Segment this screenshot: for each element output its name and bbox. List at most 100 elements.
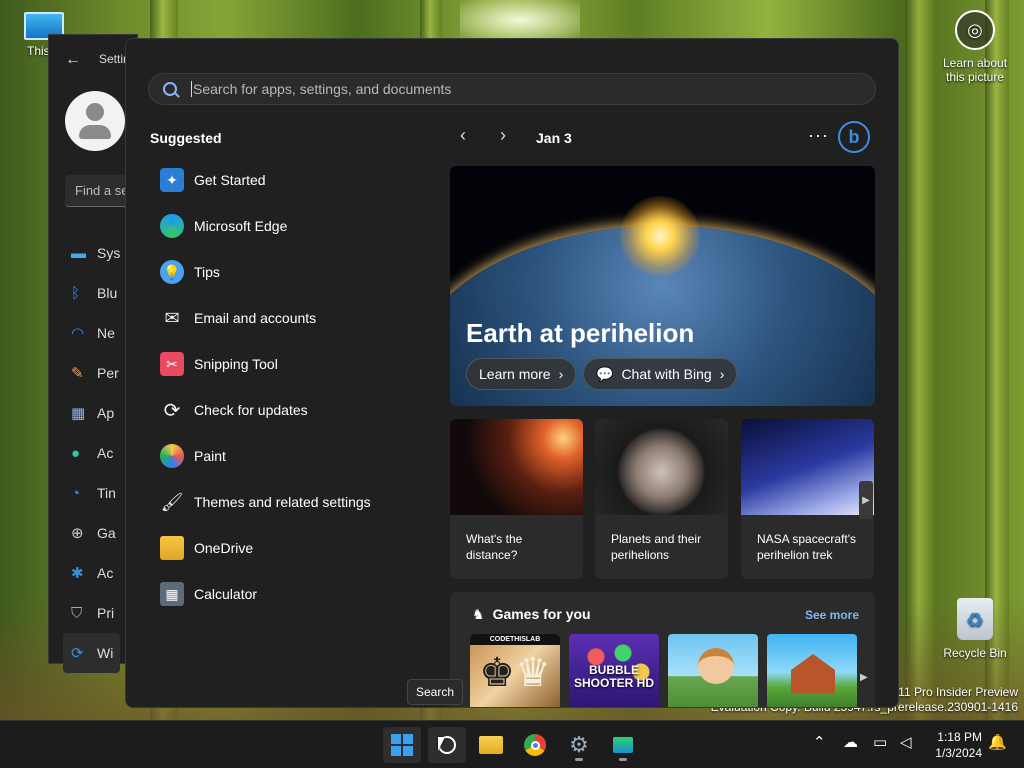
hero-card[interactable]: Earth at perihelion Learn more › 💬 Chat wi…: [450, 166, 875, 406]
settings-nav-item[interactable]: ✎ Per: [71, 353, 120, 393]
folder-icon: [479, 736, 503, 754]
gear-icon: ⚙: [569, 732, 589, 757]
suggested-item-themes[interactable]: 🖌 Themes and related settings: [150, 479, 430, 525]
learn-more-button[interactable]: Learn more ›: [466, 358, 577, 390]
start-button[interactable]: [383, 727, 421, 763]
taskbar-settings[interactable]: ⚙: [560, 727, 598, 763]
suggested-item-get-started[interactable]: ✦ Get Started: [150, 157, 430, 203]
network-icon[interactable]: ▭: [873, 733, 887, 751]
terminal-icon: [613, 737, 633, 753]
chat-with-bing-button[interactable]: 💬 Chat with Bing ›: [583, 358, 738, 390]
highlight-cards: What's the distance? Planets and their p…: [450, 419, 875, 579]
chevron-right-icon[interactable]: ›: [500, 125, 506, 146]
chess-icon: ♞: [472, 606, 485, 622]
wifi-icon: ◠: [71, 325, 85, 342]
bing-icon[interactable]: b: [838, 121, 870, 153]
settings-nav-item[interactable]: ◠ Ne: [71, 313, 120, 353]
mouse-cursor: [438, 737, 445, 751]
volume-muted-icon[interactable]: ◁: [900, 733, 912, 751]
highlight-card[interactable]: NASA spacecraft's perihelion trek: [741, 419, 874, 579]
game-tile-farm[interactable]: [668, 634, 758, 707]
card-image-spacecraft: [741, 419, 874, 515]
back-arrow-icon[interactable]: ←: [65, 51, 81, 69]
suggested-item-snipping[interactable]: ✂ Snipping Tool: [150, 341, 430, 387]
suggested-item-updates[interactable]: ⟳ Check for updates: [150, 387, 430, 433]
search-tooltip: Search: [407, 679, 464, 705]
running-indicator: [619, 758, 627, 761]
settings-nav-item[interactable]: ◔ Tin: [71, 473, 120, 513]
settings-nav-item[interactable]: ▬ Sys: [71, 233, 120, 273]
suggested-item-edge[interactable]: Microsoft Edge: [150, 203, 430, 249]
chevron-right-icon: ›: [558, 366, 564, 382]
refresh-icon: ⟳: [163, 399, 181, 422]
chevron-right-icon: ›: [719, 366, 725, 382]
settings-nav-item[interactable]: ✱ Ac: [71, 553, 120, 593]
chevron-left-icon[interactable]: ‹: [460, 125, 466, 146]
taskbar-chrome[interactable]: [516, 727, 554, 763]
windows-logo-icon: [391, 734, 413, 756]
settings-nav: ▬ Sys ᛒ Blu ◠ Ne ✎ Per ▦ Ap ● Ac ◔ Tin ⊕ Ga ✱ Ac …: [63, 233, 121, 673]
games-scroll-right-icon[interactable]: ▶: [860, 672, 868, 683]
games-heading: ♞ Games for you: [472, 606, 591, 622]
game-tile-text: CODETHISLAB: [470, 634, 560, 645]
brush-icon: ✎: [71, 365, 84, 382]
settings-nav-item[interactable]: ⛉ Pri: [71, 593, 120, 633]
search-box[interactable]: [148, 73, 876, 105]
highlight-card[interactable]: Planets and their perihelions: [595, 419, 728, 579]
edge-icon: [160, 214, 184, 238]
camera-icon: ◎: [955, 10, 995, 50]
games-section: ♞ Games for you See more CODETHISLAB ♚♛ B…: [450, 592, 875, 707]
search-input[interactable]: [191, 81, 831, 97]
notification-bell-icon[interactable]: 🔔: [988, 733, 1007, 751]
shield-icon: ⛉: [71, 604, 83, 622]
suggested-item-calculator[interactable]: ▦ Calculator: [150, 571, 430, 617]
search-icon: [163, 82, 177, 96]
settings-nav-item[interactable]: ᛒ Blu: [71, 273, 120, 313]
account-icon: ●: [71, 444, 81, 462]
chrome-icon: [524, 734, 546, 756]
folder-cloud-icon: [160, 536, 184, 560]
house-icon: [791, 654, 835, 694]
taskbar-file-explorer[interactable]: [472, 727, 510, 763]
clock-icon: ◔: [71, 484, 81, 502]
suggested-item-email[interactable]: ✉ Email and accounts: [150, 295, 430, 341]
onedrive-offline-icon[interactable]: ☁: [843, 733, 858, 751]
game-tile-bubble-shooter[interactable]: BUBBLE SHOOTER HD: [569, 634, 659, 707]
suggested-item-tips[interactable]: 💡 Tips: [150, 249, 430, 295]
clock[interactable]: 1:18 PM 1/3/2024: [926, 729, 982, 761]
desktop-icon-recycle-bin[interactable]: ♻ Recycle Bin: [938, 598, 1012, 660]
game-tile-house[interactable]: [767, 634, 857, 707]
suggested-item-onedrive[interactable]: OneDrive: [150, 525, 430, 571]
apps-icon: ▦: [71, 405, 86, 422]
chevron-up-icon[interactable]: ⌃: [813, 733, 826, 751]
cards-scroll-right-button[interactable]: ▶: [859, 481, 873, 519]
settings-nav-item[interactable]: ▦ Ap: [71, 393, 120, 433]
settings-nav-item[interactable]: ⊕ Ga: [71, 513, 120, 553]
running-indicator: [575, 758, 583, 761]
taskbar: ⚙ ⌃ ☁ ▭ ◁ 1:18 PM 1/3/2024 🔔: [0, 720, 1024, 768]
accessibility-icon: ✱: [71, 565, 84, 582]
palette-icon: [160, 444, 184, 468]
highlight-date: Jan 3: [536, 130, 572, 146]
highlight-card[interactable]: What's the distance?: [450, 419, 583, 579]
chess-piece-icon: ♚♛: [479, 651, 551, 695]
settings-nav-item[interactable]: ⟳ Wi: [63, 633, 121, 673]
game-tile-chess[interactable]: CODETHISLAB ♚♛: [470, 634, 560, 707]
suggested-item-paint[interactable]: Paint: [150, 433, 430, 479]
taskbar-terminal[interactable]: [604, 727, 642, 763]
settings-nav-item[interactable]: ● Ac: [71, 433, 120, 473]
learn-about-picture[interactable]: ◎ Learn about this picture: [938, 10, 1012, 84]
taskbar-search-button[interactable]: [428, 727, 466, 763]
learn-label: Learn about this picture: [942, 56, 1008, 84]
hero-title: Earth at perihelion: [466, 318, 695, 348]
calculator-icon: ▦: [160, 582, 184, 606]
chat-icon: 💬: [596, 365, 614, 382]
mail-icon: ✉: [164, 307, 180, 328]
see-more-link[interactable]: See more: [805, 608, 859, 622]
avatar[interactable]: [65, 91, 125, 151]
more-options-icon[interactable]: ···: [808, 125, 829, 146]
update-icon: ⟳: [71, 645, 84, 662]
sky-light: [460, 0, 580, 40]
gamepad-icon: ⊕: [71, 525, 84, 542]
game-tile-text: BUBBLE SHOOTER HD: [573, 663, 654, 690]
